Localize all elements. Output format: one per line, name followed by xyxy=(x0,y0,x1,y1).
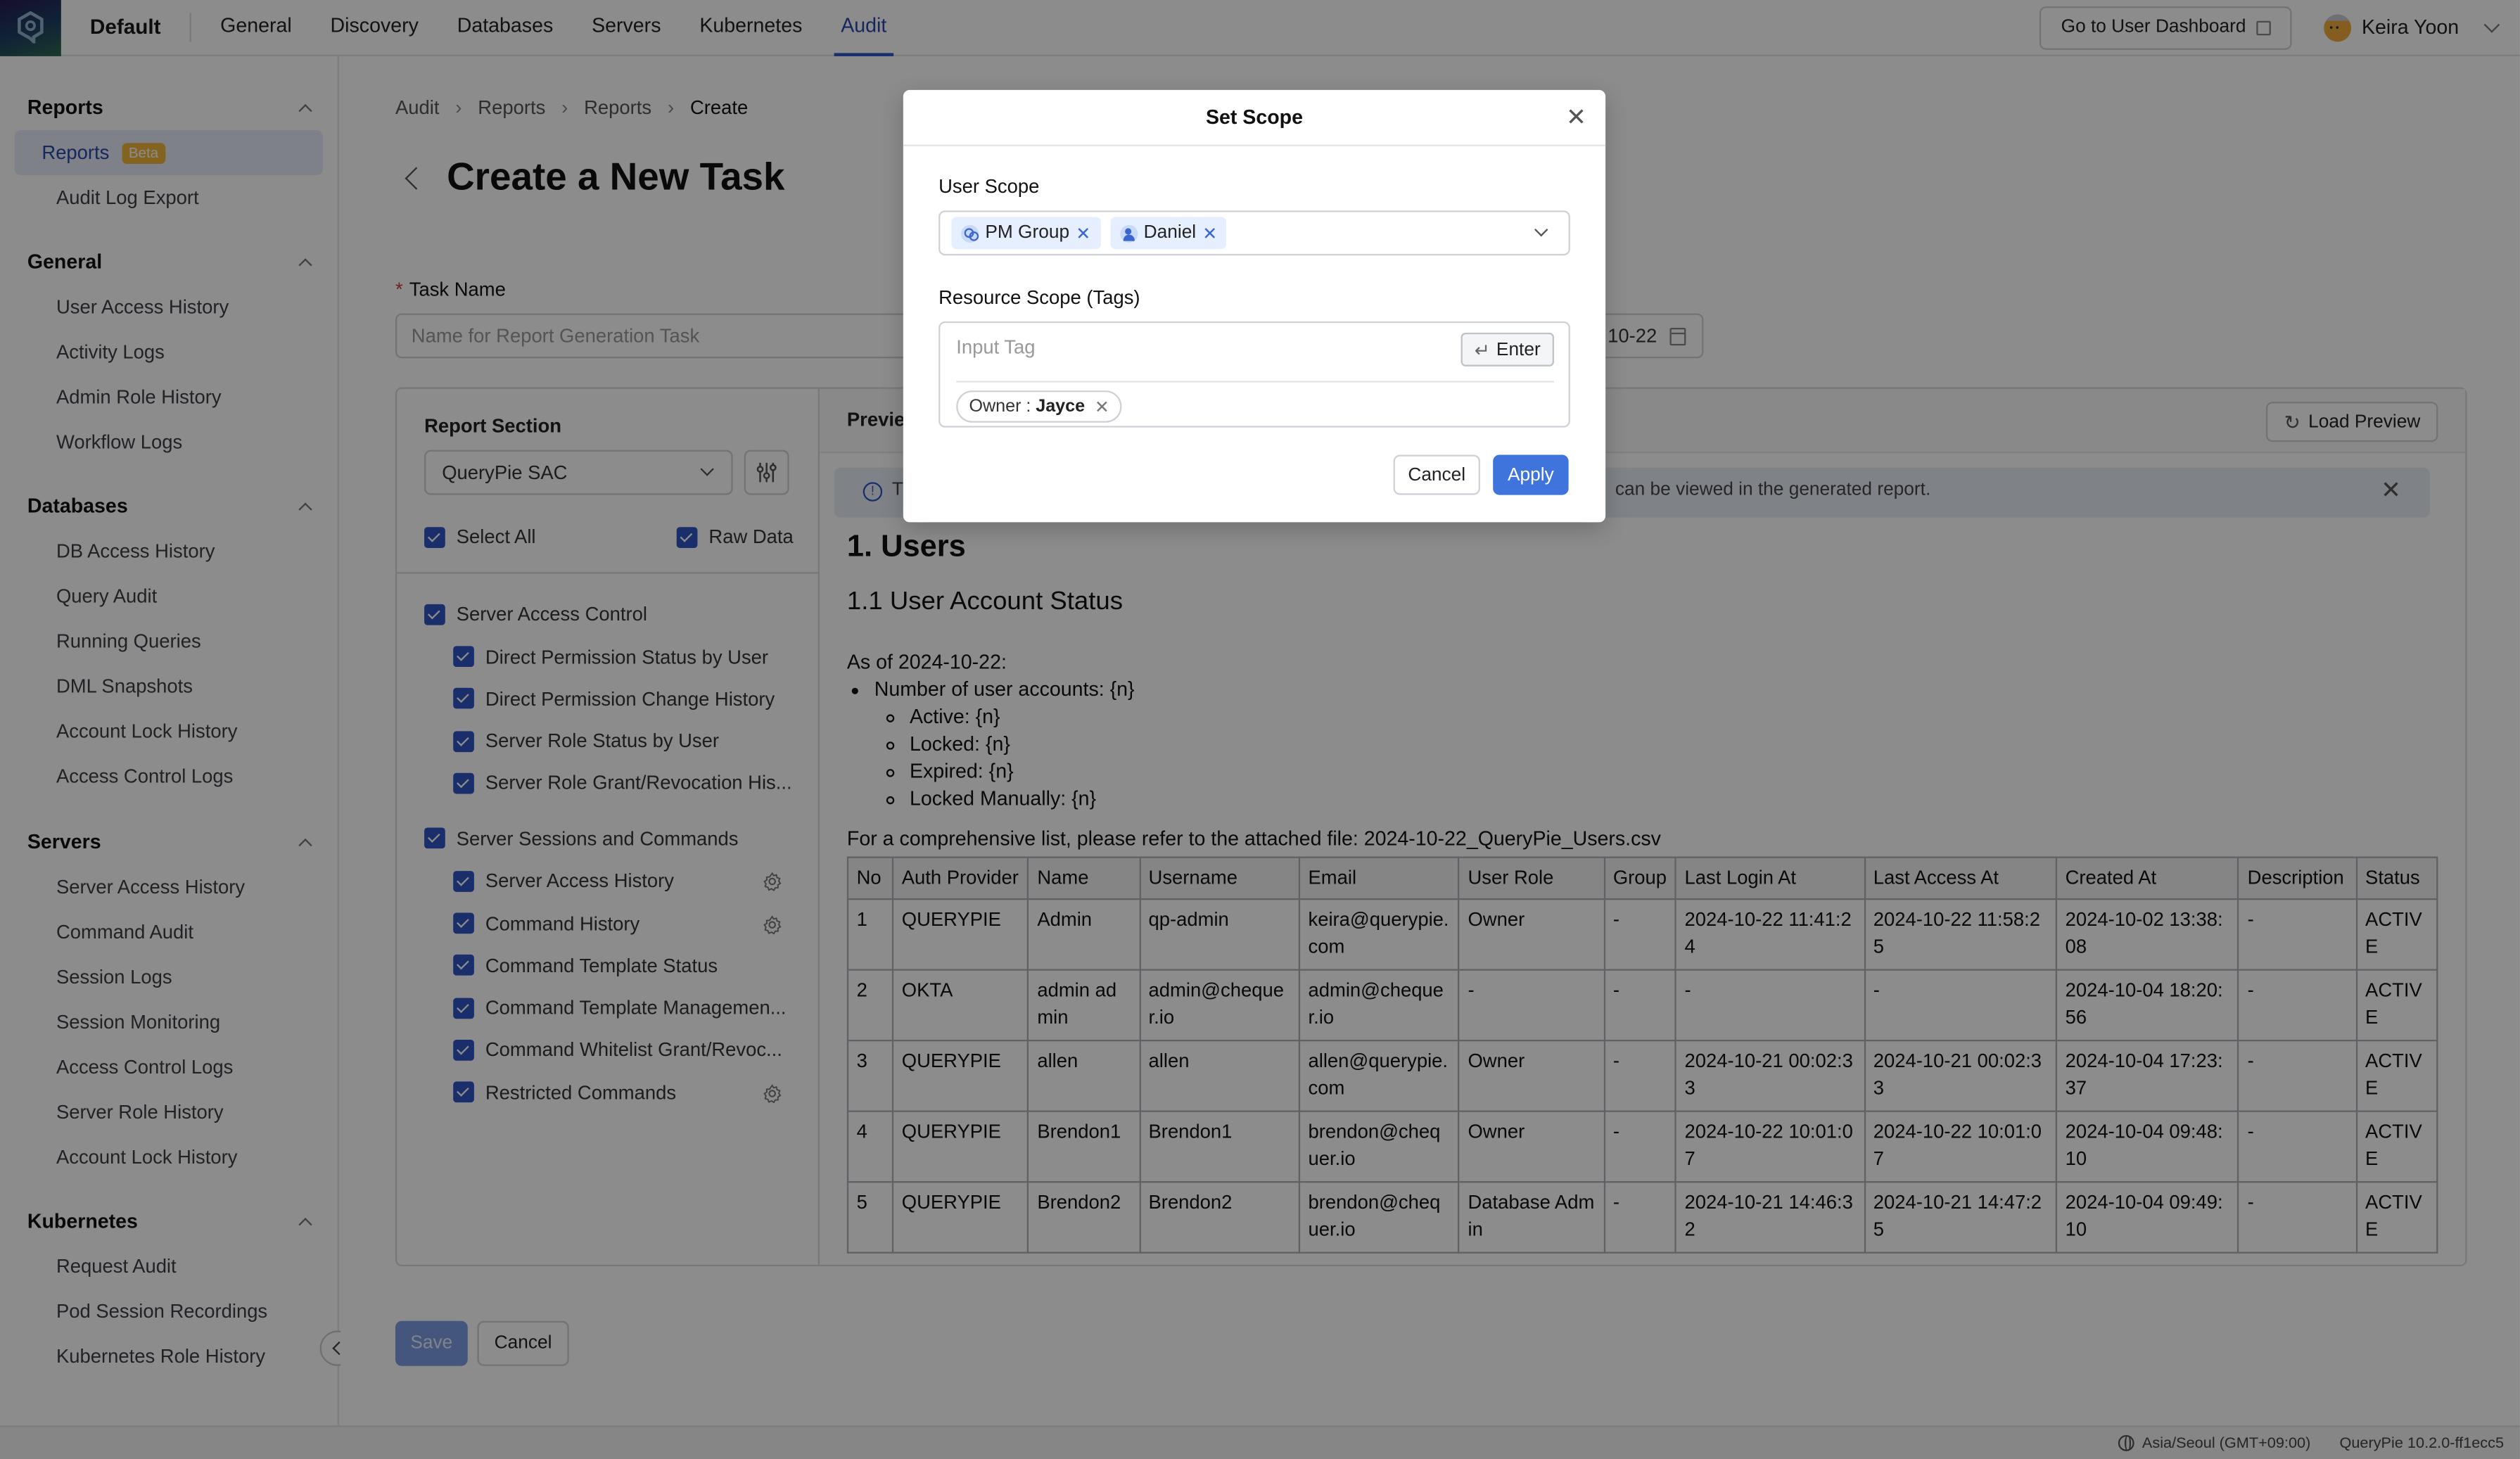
remove-tag-icon[interactable]: ✕ xyxy=(1095,396,1109,416)
set-scope-modal: Set Scope ✕ User Scope PM Group ✕ Daniel… xyxy=(903,89,1606,523)
chevron-down-icon[interactable] xyxy=(1534,222,1548,237)
user-icon xyxy=(1119,224,1138,242)
close-icon[interactable]: ✕ xyxy=(1566,90,1586,146)
modal-title: Set Scope xyxy=(1205,106,1304,129)
remove-chip-icon[interactable]: ✕ xyxy=(1202,222,1217,243)
group-icon xyxy=(961,224,979,242)
return-icon: ↵ xyxy=(1474,341,1490,361)
apply-button[interactable]: Apply xyxy=(1493,454,1569,495)
scope-chip-user: Daniel ✕ xyxy=(1109,217,1228,250)
scope-chip-group: PM Group ✕ xyxy=(951,217,1100,250)
modal-header: Set Scope ✕ xyxy=(903,90,1606,146)
divider xyxy=(956,381,1555,383)
tag-input[interactable]: Input Tag xyxy=(956,336,1035,358)
modal-cancel-button[interactable]: Cancel xyxy=(1393,454,1480,495)
tag-chip: Owner: Jayce ✕ xyxy=(956,390,1123,423)
user-scope-select[interactable]: PM Group ✕ Daniel ✕ xyxy=(938,210,1570,256)
remove-chip-icon[interactable]: ✕ xyxy=(1076,222,1090,243)
app-root: Default General Discovery Databases Serv… xyxy=(0,0,2520,1459)
user-scope-label: User Scope xyxy=(938,174,1040,198)
resource-tag-box: Input Tag ↵ Enter Owner: Jayce ✕ xyxy=(938,321,1570,428)
resource-scope-label: Resource Scope (Tags) xyxy=(938,286,1140,309)
enter-tag-button[interactable]: ↵ Enter xyxy=(1461,332,1555,367)
